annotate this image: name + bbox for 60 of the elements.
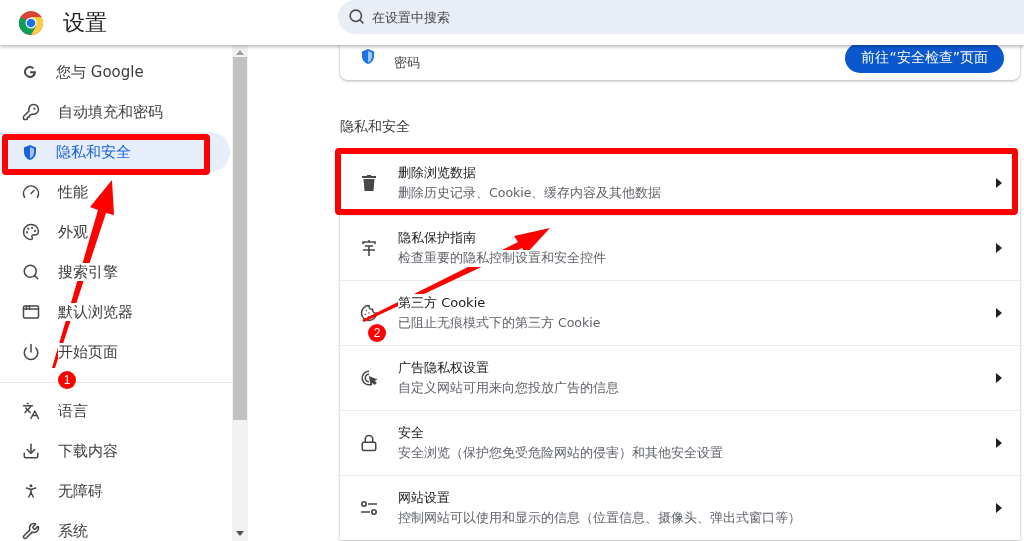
google-g-icon (22, 64, 38, 80)
settings-row[interactable]: 广告隐私权设置 自定义网站可用来向您投放广告的信息 (340, 345, 1020, 410)
row-subtitle: 已阻止无痕模式下的第三方 Cookie (398, 315, 601, 332)
section-title: 隐私和安全 (340, 118, 411, 136)
sliders-icon (360, 499, 378, 517)
key-icon (22, 103, 40, 121)
caret-icon (996, 438, 1002, 448)
power-icon (22, 343, 40, 361)
sidebar-item[interactable]: 语言 (0, 391, 230, 431)
sidebar-item[interactable]: 性能 (0, 172, 230, 212)
row-title: 安全 (398, 424, 424, 442)
settings-row[interactable]: 安全 安全浏览（保护您免受危险网站的侵害）和其他安全设置 (340, 410, 1020, 475)
sidebar-item[interactable]: 外观 (0, 212, 230, 252)
sidebar-item[interactable]: 您与 Google (0, 52, 230, 92)
lock-icon (360, 434, 378, 452)
scroll-up-icon (236, 50, 244, 55)
caret-icon (996, 243, 1002, 253)
row-title: 广告隐私权设置 (398, 359, 489, 377)
download-icon (22, 442, 40, 460)
row-title: 删除浏览数据 (398, 163, 476, 182)
translate-icon (22, 402, 40, 420)
shield-icon (360, 48, 376, 65)
sidebar-item[interactable]: 开始页面 (0, 332, 230, 372)
sidebar-item[interactable]: 无障碍 (0, 471, 230, 511)
gauge-icon (22, 183, 40, 201)
row-subtitle: 删除历史记录、Cookie、缓存内容及其他数据 (398, 184, 662, 202)
cursor-target-icon (360, 369, 378, 387)
row-subtitle: 检查重要的隐私控制设置和安全控件 (398, 250, 606, 267)
scroll-down-icon (236, 531, 244, 536)
row-subtitle: 安全浏览（保护您免受危险网站的侵害）和其他安全设置 (398, 445, 723, 462)
scrollbar[interactable] (232, 45, 248, 541)
sidebar-item[interactable]: 下载内容 (0, 431, 230, 471)
trash-icon (362, 174, 376, 191)
sidebar-item[interactable]: 自动填充和密码 (0, 92, 230, 132)
row-title: 第三方 Cookie (398, 294, 486, 312)
search-icon (22, 263, 40, 281)
settings-row[interactable]: 删除浏览数据 删除历史记录、Cookie、缓存内容及其他数据 (340, 150, 1020, 215)
browser-logo (19, 10, 43, 35)
search-icon (348, 8, 365, 25)
card-text: 密码 (393, 53, 420, 72)
row-subtitle: 自定义网站可用来向您投放广告的信息 (398, 380, 619, 397)
palette-icon (22, 223, 40, 241)
sidebar-item[interactable]: 系统 (0, 511, 230, 541)
caret-icon (996, 177, 1002, 188)
shield-icon (22, 143, 38, 161)
step-badge: 1 (58, 371, 76, 389)
row-title: 隐私保护指南 (398, 229, 476, 247)
scrollbar-thumb[interactable] (233, 57, 247, 420)
cookie-icon (360, 304, 378, 322)
settings-row[interactable]: 网站设置 控制网站可以使用和显示的信息（位置信息、摄像头、弹出式窗口等） (340, 475, 1020, 540)
caret-icon (996, 503, 1002, 513)
window-icon (22, 303, 40, 321)
sidebar-item[interactable]: 默认浏览器 (0, 292, 230, 332)
page-title: 设置 (63, 8, 107, 37)
caret-icon (996, 373, 1002, 383)
sidebar-item[interactable]: 搜索引擎 (0, 252, 230, 292)
caret-icon (996, 308, 1002, 318)
search-field[interactable]: 在设置中搜索 (338, 0, 1024, 34)
row-title: 网站设置 (398, 489, 450, 507)
wrench-icon (22, 522, 40, 540)
